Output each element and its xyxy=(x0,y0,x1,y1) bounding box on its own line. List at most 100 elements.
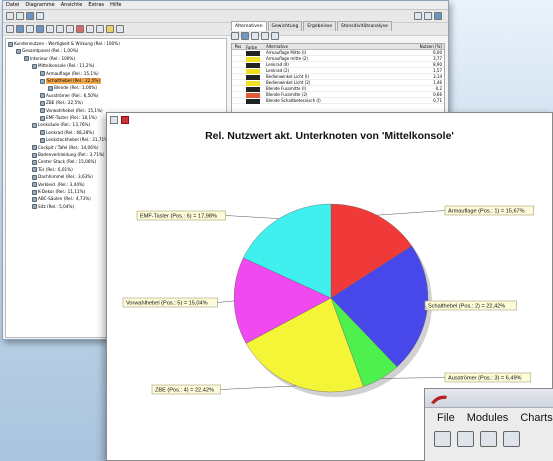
color-swatch xyxy=(246,56,260,62)
tree-tool-icon[interactable] xyxy=(106,25,114,33)
tree-node[interactable]: Dachhimmel (Rel.: 3,63%) xyxy=(32,174,93,180)
tab-1[interactable]: Gewichtung xyxy=(267,21,303,31)
grid-tool-icon[interactable] xyxy=(231,32,239,40)
tree-tool-icon[interactable] xyxy=(26,25,34,33)
row-pos xyxy=(232,98,244,103)
tree-node[interactable]: K-Dekor (Rel.: 11,11%) xyxy=(32,189,85,195)
row-alternative: Blende Schaltbetesnisch (I) xyxy=(266,98,321,103)
menu-item-ansichte[interactable]: Ansichte xyxy=(61,1,83,9)
node-icon xyxy=(32,167,37,173)
tree-node[interactable]: Mittelkonsole (Rel.: 11,2%) xyxy=(32,63,94,69)
row-alternative: Lenkrad (2) xyxy=(266,68,290,73)
row-value: 0,2 xyxy=(435,86,442,91)
row-alternative: Blende Fussmitte (2) xyxy=(266,92,308,97)
tree-node[interactable]: Interieur (Rel.: 100%) xyxy=(24,56,75,62)
tree-node[interactable]: Verkleid. (Rel.: 3,44%) xyxy=(32,182,85,188)
tree-node[interactable]: EMF-Taster (Rel.: 18,1%) xyxy=(40,115,97,121)
row-alternative: Armauflage Mitte (I) xyxy=(266,50,307,55)
tab-0[interactable]: Alternativen xyxy=(231,21,267,31)
column-header[interactable]: Pos xyxy=(232,44,244,49)
column-header[interactable]: Farbe xyxy=(244,44,264,50)
grid-tool-icon[interactable] xyxy=(271,32,279,40)
tree-node[interactable]: Tür (Rel.: 6,01%) xyxy=(32,167,73,173)
tab-3[interactable]: Stensitivitätsanalyse xyxy=(337,21,392,31)
node-icon xyxy=(32,174,37,180)
open-icon[interactable] xyxy=(16,12,24,20)
grid-tool-icon[interactable] xyxy=(251,32,259,40)
tree-tool-icon[interactable] xyxy=(36,25,44,33)
tree-tool-icon[interactable] xyxy=(86,25,94,33)
node-icon xyxy=(40,130,45,136)
tree-node-label: Schalthebel (Rel.: 22,5%) xyxy=(46,78,102,84)
tree-node[interactable]: Lenksäule (Rel.: 13,76%) xyxy=(32,122,90,128)
row-alternative: Blende Fussmitte (I) xyxy=(266,86,307,91)
row-color xyxy=(244,56,264,62)
tree-node-label: K-Dekor (Rel.: 11,11%) xyxy=(38,189,86,194)
tree-tool-icon[interactable] xyxy=(46,25,54,33)
delete-icon[interactable] xyxy=(76,25,84,33)
node-icon xyxy=(32,204,37,210)
tree-node[interactable]: Kundennutzen - Wertigkeit & Wirkung (Rel… xyxy=(8,41,120,47)
column-header[interactable]: Nutzen [%] xyxy=(414,44,444,49)
row-pos xyxy=(232,80,244,85)
settings-icon[interactable] xyxy=(424,12,432,20)
tree-tool-icon[interactable] xyxy=(96,25,104,33)
new-icon[interactable] xyxy=(6,12,14,20)
tree-node[interactable]: Lenkrad (Rel.: 68,28%) xyxy=(40,130,94,136)
row-color xyxy=(244,50,264,56)
menu-item-datei[interactable]: Datei xyxy=(6,1,19,9)
row-pos xyxy=(232,50,244,55)
menu-item-modules[interactable]: Modules xyxy=(467,412,509,424)
tree-node[interactable]: Vorwahlhebel (Rel.: 15,1%) xyxy=(40,108,103,114)
tree-node[interactable]: Gesamtpanel (Rel.: 1,00%) xyxy=(16,48,78,54)
row-color xyxy=(244,74,264,80)
slice-label: ZBE (Pos.: 4) = 22,42% xyxy=(155,387,214,393)
tree-node[interactable]: ABC-Säulen (Rel.: 4,73%) xyxy=(32,196,91,202)
print-icon[interactable] xyxy=(36,12,44,20)
cut-icon[interactable] xyxy=(56,25,64,33)
menu-item-charts[interactable]: Charts xyxy=(520,412,552,424)
tree-node[interactable]: Blende (Rel.: 1,00%) xyxy=(48,85,97,91)
node-icon xyxy=(32,152,37,158)
tree-node[interactable]: Schalthebel (Rel.: 22,5%) xyxy=(40,78,102,84)
node-icon xyxy=(40,93,45,99)
color-swatch xyxy=(246,80,260,86)
open-folder-icon[interactable] xyxy=(457,431,474,447)
menu-item-extras[interactable]: Extras xyxy=(88,1,104,9)
secondary-app-window: File Modules Charts xyxy=(424,388,553,461)
tree-node[interactable]: Armauflage (Rel.: 15,1%) xyxy=(40,71,99,77)
row-pos xyxy=(232,74,244,79)
node-icon xyxy=(8,41,13,47)
save-all-icon[interactable] xyxy=(503,431,520,447)
tree-node[interactable]: Center Stack (Rel.: 15,06%) xyxy=(32,159,96,165)
tree-node[interactable]: ZBE (Rel.: 22,5%) xyxy=(40,100,83,106)
slice-label: Armauflage (Pos.: 1) = 15,67% xyxy=(448,208,525,214)
grid-icon[interactable] xyxy=(414,12,422,20)
save-icon[interactable] xyxy=(26,12,34,20)
menu-item-diagramme[interactable]: Diagramme xyxy=(25,1,54,9)
table-row[interactable]: Blende Schaltbetesnisch (I) 0,71 xyxy=(232,98,444,104)
tree-node[interactable]: Lenkstockhebel (Rel.: 31,71%) xyxy=(40,137,110,143)
node-icon xyxy=(32,196,37,202)
tree-tool-icon[interactable] xyxy=(16,25,24,33)
tree-node[interactable]: Bodenverkleidung (Rel.: 3,71%) xyxy=(32,152,105,158)
menu-item-file[interactable]: File xyxy=(437,412,455,424)
row-value: 1,57 xyxy=(433,68,442,73)
row-color xyxy=(244,68,264,74)
save-icon[interactable] xyxy=(480,431,497,447)
menu-item-hilfe[interactable]: Hilfe xyxy=(110,1,121,9)
help-icon[interactable] xyxy=(434,12,442,20)
tree-node[interactable]: Sitz (Rel.: 5,04%) xyxy=(32,204,74,210)
new-file-icon[interactable] xyxy=(434,431,451,447)
tree-node-label: Bodenverkleidung (Rel.: 3,71%) xyxy=(38,152,105,157)
copy-icon[interactable] xyxy=(66,25,74,33)
grid-tool-icon[interactable] xyxy=(261,32,269,40)
column-header[interactable]: Alternative xyxy=(264,44,414,49)
tree-node[interactable]: Ausströmer (Rel.: 6,50%) xyxy=(40,93,99,99)
grid-tool-icon[interactable] xyxy=(241,32,249,40)
tree-tool-icon[interactable] xyxy=(116,25,124,33)
node-icon xyxy=(40,100,45,106)
tree-tool-icon[interactable] xyxy=(6,25,14,33)
tab-2[interactable]: Ergebnisse xyxy=(303,21,337,31)
tree-node[interactable]: Cockpit / Tafel (Rel.: 14,06%) xyxy=(32,145,99,151)
